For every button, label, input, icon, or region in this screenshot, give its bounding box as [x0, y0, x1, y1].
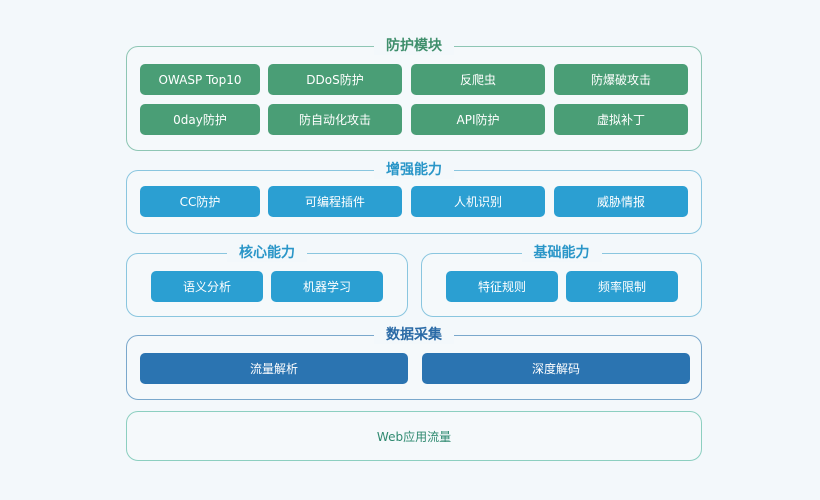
- owasp-top10-button[interactable]: OWASP Top10: [140, 64, 260, 95]
- anti-crawler-button[interactable]: 反爬虫: [411, 64, 545, 95]
- cc-protection-button[interactable]: CC防护: [140, 186, 260, 217]
- machine-learning-button[interactable]: 机器学习: [271, 271, 383, 302]
- core-capability-panel: 核心能力 语义分析 机器学习: [126, 244, 408, 317]
- core-capability-title: 核心能力: [227, 244, 307, 262]
- signature-rules-button[interactable]: 特征规则: [446, 271, 558, 302]
- api-protection-button[interactable]: API防护: [411, 104, 545, 135]
- virtual-patch-button[interactable]: 虚拟补丁: [554, 104, 688, 135]
- anti-bruteforce-button[interactable]: 防爆破攻击: [554, 64, 688, 95]
- programmable-plugin-button[interactable]: 可编程插件: [268, 186, 402, 217]
- semantic-analysis-button[interactable]: 语义分析: [151, 271, 263, 302]
- 0day-protection-button[interactable]: 0day防护: [140, 104, 260, 135]
- ddos-protection-button[interactable]: DDoS防护: [268, 64, 402, 95]
- protection-module-panel: 防护模块 OWASP Top10 DDoS防护 反爬虫 防爆破攻击 0day防护…: [126, 37, 702, 151]
- protection-module-title: 防护模块: [374, 37, 454, 55]
- basic-capability-panel: 基础能力 特征规则 频率限制: [421, 244, 702, 317]
- enhanced-capability-title: 增强能力: [374, 161, 454, 179]
- data-collection-panel: 数据采集 流量解析 深度解码: [126, 326, 702, 400]
- traffic-parsing-button[interactable]: 流量解析: [140, 353, 408, 384]
- threat-intelligence-button[interactable]: 威胁情报: [554, 186, 688, 217]
- web-traffic-panel: Web应用流量: [126, 411, 702, 461]
- rate-limiting-button[interactable]: 频率限制: [566, 271, 678, 302]
- enhanced-capability-panel: 增强能力 CC防护 可编程插件 人机识别 威胁情报: [126, 161, 702, 234]
- deep-decoding-button[interactable]: 深度解码: [422, 353, 690, 384]
- human-machine-recognition-button[interactable]: 人机识别: [411, 186, 545, 217]
- data-collection-title: 数据采集: [374, 326, 454, 344]
- basic-capability-title: 基础能力: [521, 244, 602, 262]
- web-traffic-label: Web应用流量: [376, 429, 452, 444]
- anti-automation-button[interactable]: 防自动化攻击: [268, 104, 402, 135]
